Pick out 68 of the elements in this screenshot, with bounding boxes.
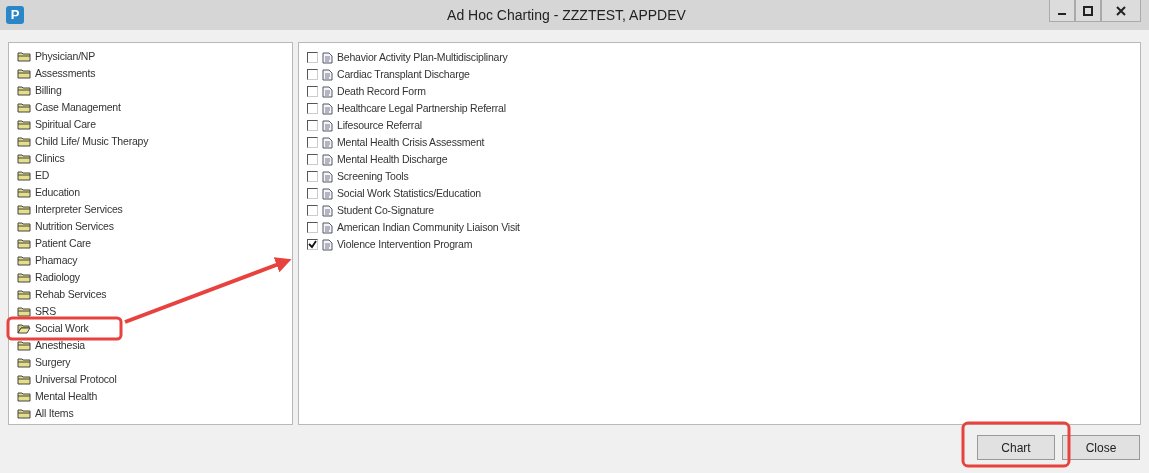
form-item[interactable]: Behavior Activity Plan-Multidisciplinary [337,49,508,66]
folder-item[interactable]: Interpreter Services [35,201,123,218]
checkbox[interactable] [307,171,318,182]
chart-button[interactable]: Chart [977,435,1055,460]
close-window-button[interactable] [1101,0,1141,22]
document-icon [322,170,333,183]
form-item[interactable]: American Indian Community Liaison Visit [337,219,520,236]
form-item[interactable]: Social Work Statistics/Education [337,185,481,202]
document-icon [322,68,333,81]
form-item[interactable]: Lifesource Referral [337,117,422,134]
form-item[interactable]: Cardiac Transplant Discharge [337,66,470,83]
checkbox[interactable] [307,154,318,165]
folder-item[interactable]: Rehab Services [35,286,107,303]
checkbox[interactable] [307,222,318,233]
checkbox[interactable] [307,52,318,63]
app-logo: P [6,6,24,24]
document-icon [322,85,333,98]
folder-item[interactable]: Child Life/ Music Therapy [35,133,149,150]
close-icon [1116,5,1126,16]
document-icon [322,136,333,149]
folder-item[interactable]: Social Work [35,320,89,337]
folder-item[interactable]: Assessments [35,65,96,82]
form-item[interactable]: Violence Intervention Program [337,236,473,253]
document-icon [322,238,333,251]
document-icon [322,119,333,132]
folder-item[interactable]: All Items [35,405,74,422]
form-item[interactable]: Healthcare Legal Partnership Referral [337,100,506,117]
folder-item[interactable]: Anesthesia [35,337,85,354]
document-icon [322,51,333,64]
checkbox[interactable] [307,137,318,148]
document-icon [322,153,333,166]
close-button[interactable]: Close [1062,435,1140,460]
checkbox[interactable] [307,205,318,216]
document-icon [322,187,333,200]
checkbox[interactable] [307,239,318,250]
checkbox[interactable] [307,69,318,80]
form-item[interactable]: Mental Health Crisis Assessment [337,134,485,151]
folder-item[interactable]: Spiritual Care [35,116,96,133]
folder-item[interactable]: Physician/NP [35,48,96,65]
maximize-button[interactable] [1075,0,1101,22]
form-item[interactable]: Death Record Form [337,83,426,100]
form-item[interactable]: Mental Health Discharge [337,151,448,168]
form-item[interactable]: Screening Tools [337,168,409,185]
minimize-icon [1058,12,1066,15]
checkbox[interactable] [307,86,318,97]
folder-item[interactable]: Mental Health [35,388,98,405]
folder-item[interactable]: Phamacy [35,252,78,269]
folder-item[interactable]: Education [35,184,80,201]
maximize-icon [1083,5,1093,16]
checkbox[interactable] [307,120,318,131]
document-icon [322,221,333,234]
folder-item[interactable]: Universal Protocol [35,371,117,388]
folder-item[interactable]: Patient Care [35,235,91,252]
minimize-button[interactable] [1049,0,1075,22]
form-item[interactable]: Student Co-Signature [337,202,434,219]
folder-item[interactable]: SRS [35,303,56,320]
folder-item[interactable]: Radiology [35,269,80,286]
window-title: Ad Hoc Charting - ZZZTEST, APPDEV [446,5,687,25]
checkbox[interactable] [307,103,318,114]
folder-item[interactable]: Case Management [35,99,121,116]
checkbox[interactable] [307,188,318,199]
document-icon [322,102,333,115]
folder-item[interactable]: ED [35,167,50,184]
folder-item[interactable]: Billing [35,82,62,99]
folder-item[interactable]: Nutrition Services [35,218,114,235]
folder-item[interactable]: Clinics [35,150,65,167]
document-icon [322,204,333,217]
folder-item[interactable]: Surgery [35,354,71,371]
